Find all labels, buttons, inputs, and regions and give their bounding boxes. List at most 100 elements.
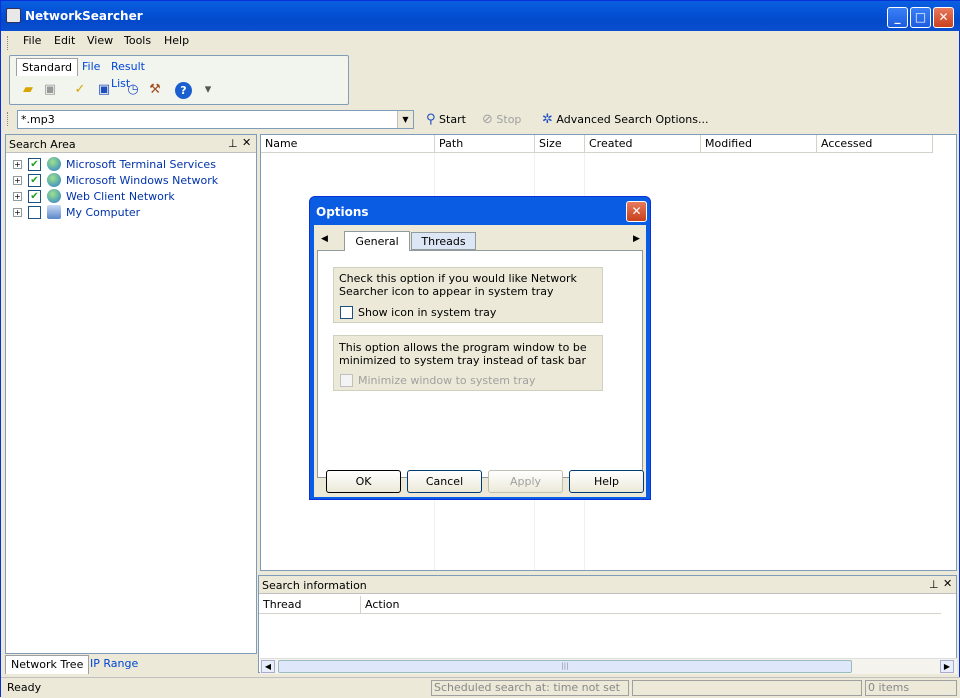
advanced-search-label: Advanced Search Options... <box>556 113 709 126</box>
checkbox-checked[interactable]: ✔ <box>28 190 41 203</box>
chevron-down-icon[interactable]: ▼ <box>397 111 413 128</box>
column-thread[interactable]: Thread <box>259 596 361 614</box>
tab-threads[interactable]: Threads <box>411 232 476 250</box>
search-icon: ⚲ <box>426 112 436 127</box>
status-bar: Ready Scheduled search at: time not set … <box>1 677 960 698</box>
menu-edit[interactable]: Edit <box>54 34 75 47</box>
info-icon[interactable]: ▾ <box>198 80 218 100</box>
help-button[interactable]: Help <box>569 470 644 493</box>
status-scheduled: Scheduled search at: time not set <box>431 680 629 696</box>
options-dialog: Options ✕ ◀ General Threads ▶ Check this… <box>309 196 651 500</box>
check-folder-icon[interactable]: ✓ <box>70 80 90 100</box>
maximize-button[interactable]: □ <box>910 7 931 28</box>
cancel-button[interactable]: Cancel <box>407 470 482 493</box>
stop-label: Stop <box>496 113 522 126</box>
start-label: Start <box>439 113 466 126</box>
stop-icon: ⊘ <box>482 112 493 127</box>
tab-general[interactable]: General <box>344 231 410 251</box>
globe-icon <box>47 173 61 187</box>
column-size[interactable]: Size <box>535 135 585 153</box>
tab-standard[interactable]: Standard <box>16 58 79 76</box>
search-info-header: Search information ⊥ ✕ <box>259 576 956 594</box>
expand-icon[interactable]: + <box>13 176 22 185</box>
save-icon[interactable]: ▣ <box>40 80 60 100</box>
dialog-title-bar: Options ✕ <box>310 197 650 227</box>
help-icon[interactable]: ? <box>175 82 192 99</box>
minimize-button[interactable]: _ <box>887 7 908 28</box>
menu-tools[interactable]: Tools <box>124 34 151 47</box>
search-info-title: Search information <box>262 579 367 592</box>
expand-icon[interactable]: + <box>13 192 22 201</box>
tree-item-label: Web Client Network <box>66 190 175 203</box>
expand-icon[interactable]: + <box>13 160 22 169</box>
menu-view[interactable]: View <box>87 34 113 47</box>
scroll-thumb[interactable]: ||| <box>278 660 852 673</box>
minimize-checkbox[interactable] <box>340 374 353 387</box>
minimize-description: This option allows the program window to… <box>339 341 587 367</box>
close-button[interactable]: ✕ <box>933 7 954 28</box>
tab-scroll-right-icon[interactable]: ▶ <box>633 234 640 244</box>
window-title: NetworkSearcher <box>25 9 143 23</box>
show-icon-label: Show icon in system tray <box>358 306 497 319</box>
status-empty <box>632 680 862 696</box>
column-action[interactable]: Action <box>361 596 941 614</box>
tree-item-label: Microsoft Windows Network <box>66 174 219 187</box>
tab-result-list[interactable]: Result List <box>106 58 150 90</box>
column-path[interactable]: Path <box>435 135 535 153</box>
status-items: 0 items <box>865 680 957 696</box>
search-combo[interactable]: *.mp3 ▼ <box>17 110 414 129</box>
title-bar: NetworkSearcher _ □ ✕ <box>1 1 960 31</box>
column-created[interactable]: Created <box>585 135 701 153</box>
tab-ip-range[interactable]: IP Range <box>85 655 143 673</box>
tab-file[interactable]: File <box>77 58 105 76</box>
search-area-tabs: Network Tree IP Range <box>5 655 257 675</box>
close-icon[interactable]: ✕ <box>943 577 952 590</box>
ok-button[interactable]: OK <box>326 470 401 493</box>
column-modified[interactable]: Modified <box>701 135 817 153</box>
globe-icon <box>47 157 61 171</box>
search-area-header: Search Area ⊥ ✕ <box>6 135 256 153</box>
check-save-icon[interactable]: ▣ <box>94 80 114 100</box>
status-ready: Ready <box>7 681 42 694</box>
search-input[interactable]: *.mp3 <box>21 113 55 126</box>
expand-icon[interactable]: + <box>13 208 22 217</box>
general-tab-content: Check this option if you would like Netw… <box>317 250 643 478</box>
tab-scroll-left-icon[interactable]: ◀ <box>321 234 328 244</box>
dialog-title: Options <box>316 205 369 219</box>
checkbox-unchecked[interactable] <box>28 206 41 219</box>
scroll-left-icon[interactable]: ◀ <box>261 660 275 673</box>
minimize-group: This option allows the program window to… <box>333 335 603 391</box>
tab-network-tree[interactable]: Network Tree <box>5 655 90 674</box>
horizontal-scrollbar[interactable]: ◀ ||| ▶ <box>260 658 957 674</box>
menu-file[interactable]: File <box>23 34 41 47</box>
start-button[interactable]: ⚲ Start <box>426 112 466 130</box>
column-accessed[interactable]: Accessed <box>817 135 933 153</box>
minimize-label: Minimize window to system tray <box>358 374 536 387</box>
column-name[interactable]: Name <box>261 135 435 153</box>
show-icon-checkbox[interactable] <box>340 306 353 319</box>
checkbox-checked[interactable]: ✔ <box>28 158 41 171</box>
searchbar-grip <box>7 112 10 126</box>
dialog-body: ◀ General Threads ▶ Check this option if… <box>314 225 646 497</box>
tools-icon[interactable]: ⚒ <box>145 80 165 100</box>
tree-item-label: Microsoft Terminal Services <box>66 158 216 171</box>
globe-icon <box>47 189 61 203</box>
pin-icon[interactable]: ⊥ <box>929 578 939 591</box>
app-icon <box>6 8 21 23</box>
dialog-close-button[interactable]: ✕ <box>626 201 647 222</box>
advanced-search-button[interactable]: ✲ Advanced Search Options... <box>542 112 708 130</box>
scroll-right-icon[interactable]: ▶ <box>940 660 954 673</box>
menu-help[interactable]: Help <box>164 34 189 47</box>
close-icon[interactable]: ✕ <box>242 136 251 149</box>
search-area-panel: Search Area ⊥ ✕ + ✔ Microsoft Terminal S… <box>5 134 257 654</box>
toolbar-panel: Standard File Result List ▰ ▣ ✓ ▣ ◷ ⚒ ? … <box>9 55 349 105</box>
checkbox-checked[interactable]: ✔ <box>28 174 41 187</box>
schedule-icon[interactable]: ◷ <box>123 80 143 100</box>
tree-item-label: My Computer <box>66 206 141 219</box>
apply-button[interactable]: Apply <box>488 470 563 493</box>
pin-icon[interactable]: ⊥ <box>228 137 238 150</box>
open-folder-icon[interactable]: ▰ <box>18 80 38 100</box>
search-area-title: Search Area <box>9 138 76 151</box>
stop-button[interactable]: ⊘ Stop <box>482 112 521 130</box>
tray-icon-group: Check this option if you would like Netw… <box>333 267 603 323</box>
